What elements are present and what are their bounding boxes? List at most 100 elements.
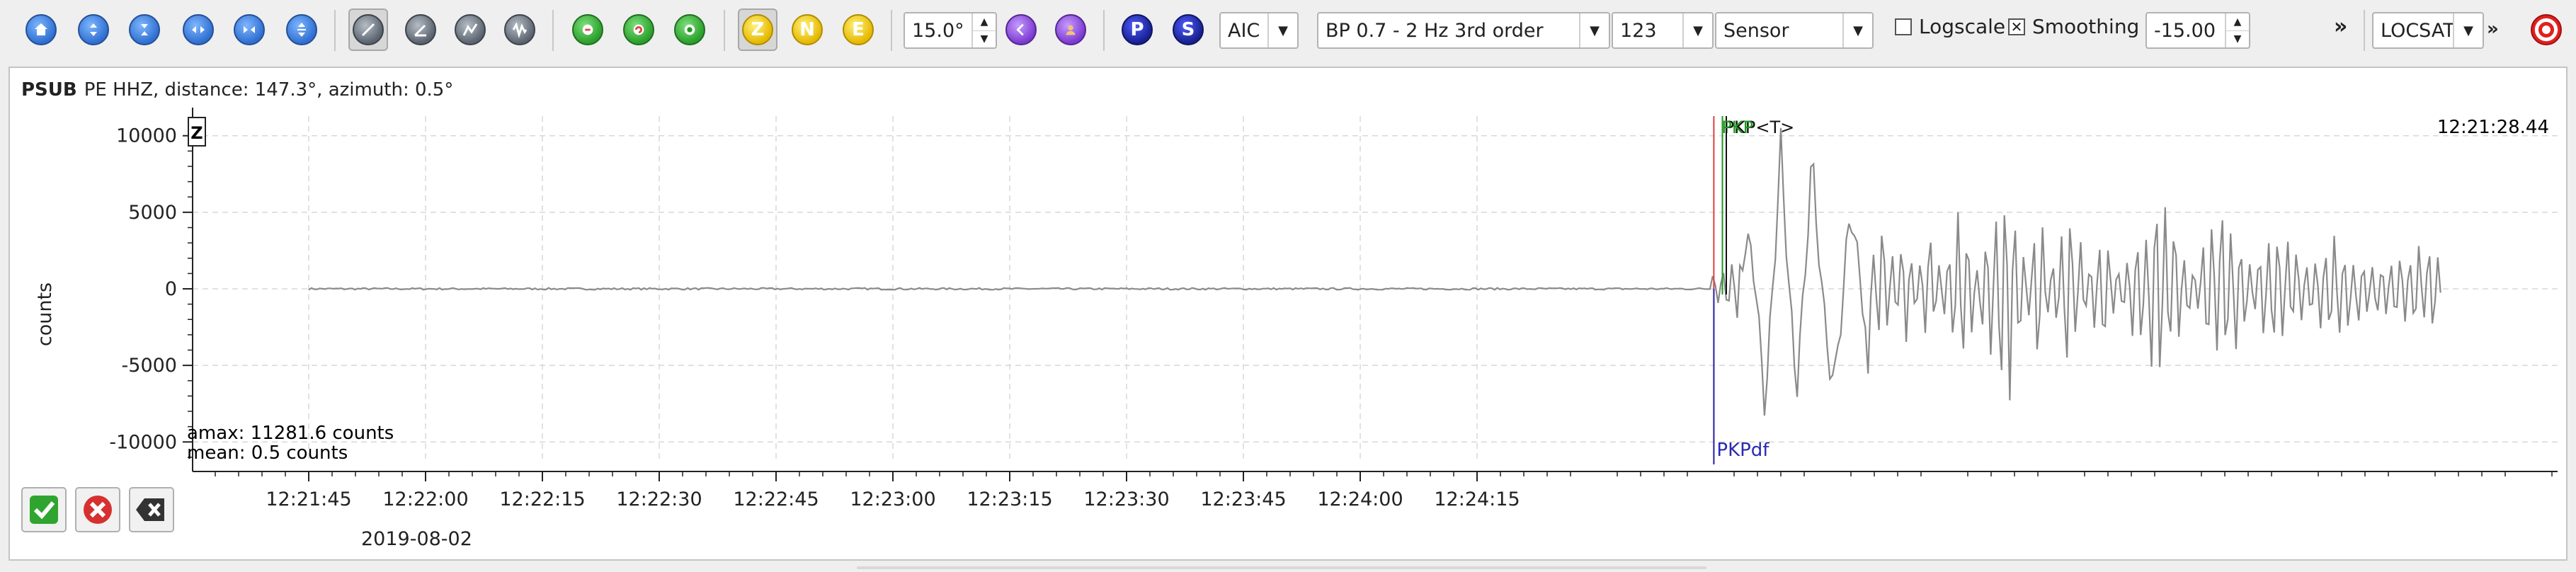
- component-n-button[interactable]: N: [787, 8, 827, 51]
- x-tick-label: 12:23:15: [967, 488, 1052, 510]
- x-tick-label: 12:23:45: [1200, 488, 1286, 510]
- x-tick-label: 12:23:30: [1083, 488, 1169, 510]
- relocate-button[interactable]: [670, 8, 709, 51]
- delete-icon: [136, 498, 164, 521]
- x-tick-label: 12:24:15: [1434, 488, 1520, 510]
- spin-up-icon[interactable]: ▲: [973, 13, 996, 31]
- offset-spinbox[interactable]: -15.00 ▲ ▼: [2145, 12, 2250, 49]
- unit-select[interactable]: Sensor ▼: [1715, 12, 1874, 49]
- zoom-in-horizontal-button[interactable]: [178, 8, 218, 51]
- logscale-label: Logscale: [1919, 15, 2006, 38]
- chevron-down-icon: ▼: [2453, 13, 2483, 47]
- spin-down-icon[interactable]: ▼: [973, 31, 996, 48]
- target-icon: [2531, 14, 2562, 45]
- locate-button[interactable]: [2526, 8, 2566, 51]
- smoothing-checkbox-box[interactable]: ✕: [2008, 18, 2025, 35]
- delete-button[interactable]: [129, 487, 174, 532]
- accept-check-icon: [30, 496, 58, 524]
- chevron-down-icon: ▼: [1267, 13, 1297, 47]
- channel-select[interactable]: 123 ▼: [1612, 12, 1714, 49]
- slowness-spinbox[interactable]: 15.0° ▲ ▼: [904, 12, 997, 49]
- phase-p-button[interactable]: P: [1117, 8, 1157, 51]
- home-button[interactable]: [21, 8, 61, 51]
- time-readout: 12:21:28.44: [2437, 117, 2549, 138]
- locator-select[interactable]: LOCSAT ▼: [2372, 12, 2484, 49]
- next-slowness-button[interactable]: [1051, 8, 1090, 51]
- fit-vertical-icon: [286, 14, 317, 45]
- x-tick-label: 12:22:00: [382, 488, 468, 510]
- seismogram-plot[interactable]: 1000050000-5000-10000 12:21:45 12:22:00 12…: [10, 68, 2566, 559]
- phase-s-button[interactable]: S: [1168, 8, 1208, 51]
- user-icon: [1055, 14, 1086, 45]
- x-tick-label: 12:22:15: [499, 488, 585, 510]
- spectrum-icon: [455, 14, 486, 45]
- accept-button[interactable]: [21, 487, 67, 532]
- x-tick-label: 12:24:00: [1317, 488, 1403, 510]
- slowness-value: 15.0°: [912, 19, 964, 42]
- y-tick-label: 10000: [116, 125, 177, 147]
- fit-vertical-button[interactable]: [282, 8, 321, 51]
- picker-select[interactable]: AIC ▼: [1219, 12, 1299, 49]
- pick-button[interactable]: [568, 8, 608, 51]
- toolbar-overflow-button[interactable]: »: [2334, 14, 2347, 39]
- picker-select-value: AIC: [1228, 19, 1260, 42]
- filter-button[interactable]: [348, 8, 388, 51]
- trace-panel: PSUB PE HHZ, distance: 147.3°, azimuth: 0…: [8, 67, 2568, 561]
- waveform-icon: [504, 14, 535, 45]
- x-axis: 12:21:45 12:22:00 12:22:15 12:22:30 12:22:45…: [193, 471, 2558, 510]
- toolbar-separator: [891, 10, 892, 51]
- reject-button[interactable]: [75, 487, 120, 532]
- offset-value: -15.00: [2154, 19, 2216, 42]
- scrollbar[interactable]: [857, 566, 1706, 569]
- filter-select[interactable]: BP 0.7 - 2 Hz 3rd order ▼: [1317, 12, 1610, 49]
- y-axis: 10000 5000 0 -5000 -10000: [109, 108, 193, 471]
- home-icon: [25, 14, 57, 45]
- unit-select-value: Sensor: [1723, 19, 1789, 42]
- toolbar-separator: [334, 10, 336, 51]
- zoom-out-vertical-button[interactable]: [125, 8, 164, 51]
- mean-label: mean: 0.5 counts: [187, 442, 348, 464]
- channel-select-value: 123: [1620, 19, 1657, 42]
- y-tick-label: -10000: [109, 431, 177, 453]
- component-z-button[interactable]: Z: [738, 8, 777, 51]
- spin-down-icon[interactable]: ▼: [2226, 31, 2249, 48]
- previous-slowness-button[interactable]: [1001, 8, 1041, 51]
- set-pick-button[interactable]: [619, 8, 659, 51]
- pick-label-pkpdf: PKPdf: [1716, 440, 1769, 461]
- component-e-icon: E: [843, 14, 874, 45]
- chevron-down-icon: ▼: [1682, 13, 1712, 47]
- waveform-button[interactable]: [500, 8, 540, 51]
- spin-up-icon[interactable]: ▲: [2226, 13, 2249, 31]
- y-tick-label: 0: [165, 278, 177, 300]
- y-axis-label: counts: [34, 282, 56, 346]
- logscale-checkbox-box[interactable]: [1895, 18, 1912, 35]
- component-z-icon: Z: [742, 14, 773, 45]
- x-tick-label: 12:23:00: [850, 488, 935, 510]
- chevron-down-icon: ▼: [1579, 13, 1609, 47]
- waveform-trace: [308, 127, 2441, 416]
- smoothing-checkbox[interactable]: ✕ Smoothing: [2008, 15, 2139, 38]
- zoom-out-horizontal-button[interactable]: [229, 8, 269, 51]
- x-tick-label: 12:22:30: [616, 488, 702, 510]
- reject-icon: [84, 496, 112, 524]
- logscale-checkbox[interactable]: Logscale: [1895, 15, 2005, 38]
- y-tick-label: -5000: [122, 355, 177, 377]
- zoom-in-vertical-button[interactable]: [74, 8, 113, 51]
- filter-icon: [353, 14, 384, 45]
- spectrum-button[interactable]: [450, 8, 490, 51]
- toolbar-separator: [1103, 10, 1105, 51]
- amax-label: amax: 11281.6 counts: [187, 423, 394, 444]
- zoom-in-vertical-icon: [78, 14, 109, 45]
- date-label: 2019-08-02: [361, 528, 472, 550]
- pick-label-pkp: PKP: [1721, 118, 1753, 137]
- pick-icon: [572, 14, 603, 45]
- component-e-button[interactable]: E: [838, 8, 878, 51]
- phase-s-icon: S: [1173, 14, 1204, 45]
- rotate-icon: [405, 14, 436, 45]
- rotate-button[interactable]: [401, 8, 440, 51]
- toolbar-separator: [552, 10, 554, 51]
- toolbar-overflow-button-2[interactable]: »: [2487, 18, 2499, 40]
- smoothing-label: Smoothing: [2032, 15, 2140, 38]
- zoom-in-horizontal-icon: [183, 14, 214, 45]
- toolbar-separator: [2364, 10, 2365, 51]
